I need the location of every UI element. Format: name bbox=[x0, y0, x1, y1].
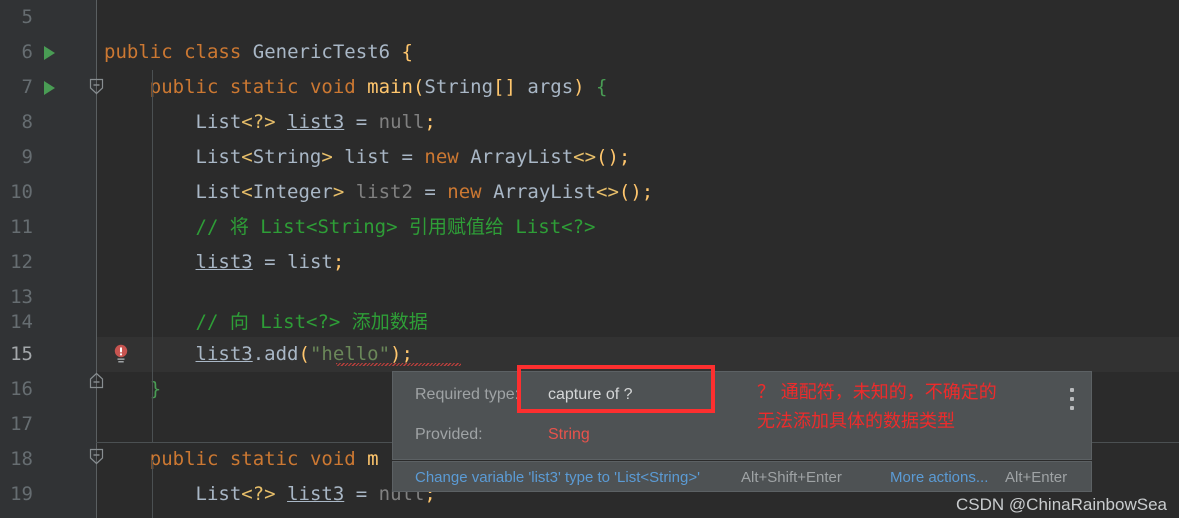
line-number: 11 bbox=[10, 216, 33, 238]
line-number: 10 bbox=[10, 181, 33, 203]
more-actions-shortcut: Alt+Enter bbox=[1005, 469, 1068, 486]
run-icon[interactable] bbox=[44, 81, 55, 95]
annotation-line-2: 无法添加具体的数据类型 bbox=[757, 411, 955, 432]
required-type-value: capture of ? bbox=[548, 386, 633, 403]
line-number: 17 bbox=[10, 413, 33, 435]
ide-editor-window: public class GenericTest6 { public stati… bbox=[0, 0, 1179, 518]
red-lightbulb-icon[interactable] bbox=[113, 344, 129, 363]
annotation-note: ？ 通配符，未知的，不确定的 无法添加具体的数据类型 bbox=[757, 378, 997, 436]
code-line-7[interactable]: public static void main(String[] args) { bbox=[96, 70, 1179, 105]
provided-value: String bbox=[548, 426, 590, 443]
line-number: 6 bbox=[21, 41, 33, 63]
tooltip-action-bar: Change variable 'list3' type to 'List<St… bbox=[392, 461, 1092, 492]
line-number: 14 bbox=[10, 311, 33, 333]
change-variable-type-shortcut: Alt+Shift+Enter bbox=[741, 469, 842, 486]
fold-line bbox=[96, 0, 97, 78]
provided-label: Provided: bbox=[415, 426, 483, 443]
line-number-current: 15 bbox=[10, 343, 33, 365]
fold-collapse-icon[interactable] bbox=[88, 448, 105, 465]
indent-guide bbox=[152, 70, 153, 442]
line-number: 9 bbox=[21, 146, 33, 168]
required-type-label: Required type: bbox=[415, 386, 520, 403]
error-squiggle bbox=[336, 363, 461, 366]
code-line-11[interactable]: // 将 List<String> 引用赋值给 List<?> bbox=[96, 210, 1179, 245]
fold-line bbox=[96, 390, 97, 445]
line-number: 5 bbox=[21, 6, 33, 28]
fold-collapse-icon[interactable] bbox=[88, 372, 105, 389]
line-number: 8 bbox=[21, 111, 33, 133]
code-line-12[interactable]: list3 = list; bbox=[96, 245, 1179, 280]
editor-gutter[interactable]: 5 6 7 8 9 10 11 12 13 14 15 16 17 18 19 bbox=[0, 0, 96, 518]
change-variable-type-action[interactable]: Change variable 'list3' type to 'List<St… bbox=[415, 462, 700, 493]
line-number: 19 bbox=[10, 483, 33, 505]
code-line-8[interactable]: List<?> list3 = null; bbox=[96, 105, 1179, 140]
code-line-14[interactable]: // 向 List<?> 添加数据 bbox=[96, 305, 1179, 340]
fold-line bbox=[96, 460, 97, 518]
code-line-6[interactable]: public class GenericTest6 { bbox=[96, 35, 1179, 70]
line-number: 16 bbox=[10, 378, 33, 400]
code-line-5[interactable] bbox=[96, 0, 1179, 35]
watermark: CSDN @ChinaRainbowSea bbox=[956, 495, 1167, 514]
code-line-9[interactable]: List<String> list = new ArrayList<>(); bbox=[96, 140, 1179, 175]
fold-line bbox=[96, 95, 97, 370]
code-line-10[interactable]: List<Integer> list2 = new ArrayList<>(); bbox=[96, 175, 1179, 210]
fold-collapse-icon[interactable] bbox=[88, 78, 105, 95]
code-line-15[interactable]: list3.add("hello"); bbox=[96, 337, 1179, 372]
indent-guide bbox=[152, 460, 153, 518]
kebab-menu-icon[interactable] bbox=[1065, 388, 1079, 410]
line-number: 12 bbox=[10, 251, 33, 273]
run-icon[interactable] bbox=[44, 46, 55, 60]
line-number: 7 bbox=[21, 76, 33, 98]
line-number: 18 bbox=[10, 448, 33, 470]
annotation-line-1: ？ 通配符，未知的，不确定的 bbox=[757, 382, 997, 403]
more-actions-action[interactable]: More actions... bbox=[890, 462, 988, 493]
